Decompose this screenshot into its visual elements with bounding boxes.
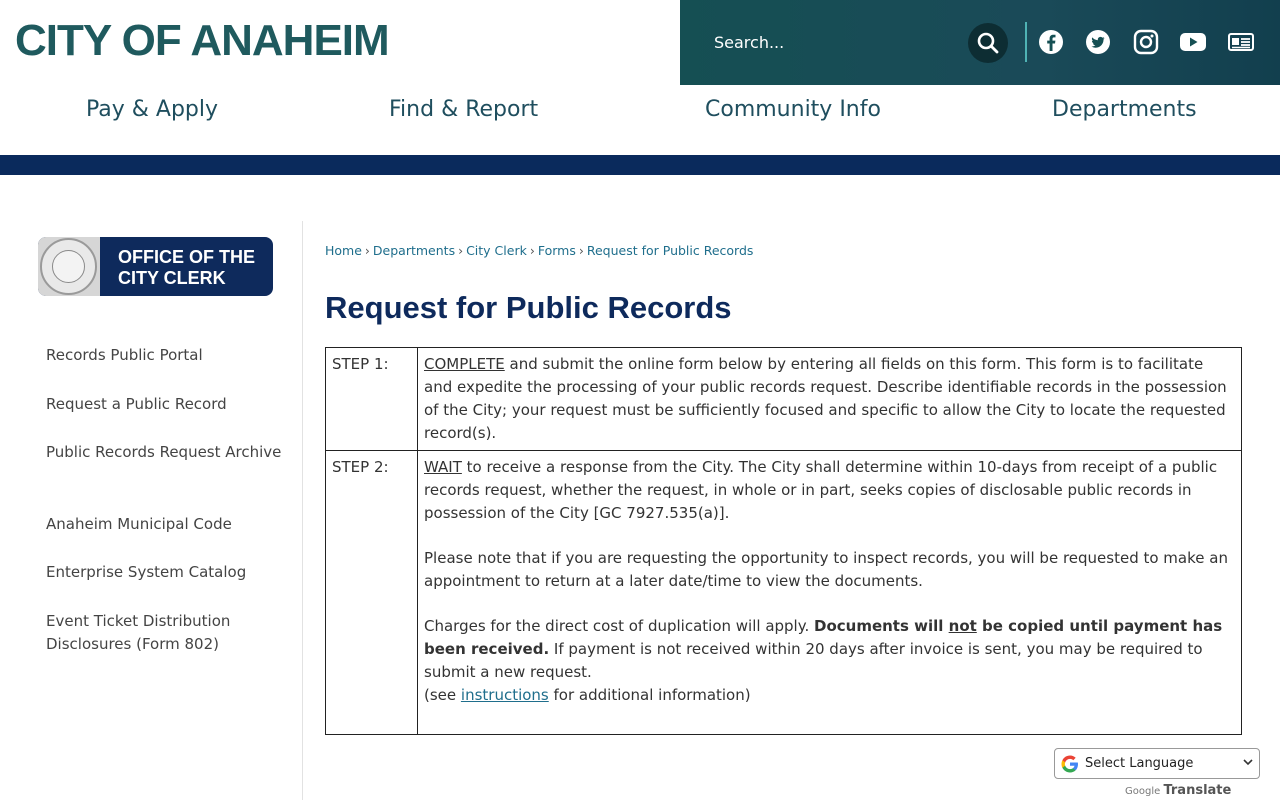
city-clerk-badge[interactable]: OFFICE OF THE CITY CLERK [38, 237, 273, 296]
breadcrumb-separator: › [364, 243, 370, 258]
sidebar-item-system-catalog[interactable]: Enterprise System Catalog [46, 561, 286, 584]
search-input[interactable] [700, 22, 960, 62]
facebook-link[interactable] [1037, 28, 1065, 56]
header-divider [1025, 22, 1027, 62]
step-emphasis: Documents will [814, 617, 949, 635]
breadcrumb-city-clerk[interactable]: City Clerk [466, 243, 527, 258]
breadcrumb-home[interactable]: Home [325, 243, 362, 258]
step-text: (see [424, 686, 461, 704]
sidebar-item-municipal-code[interactable]: Anaheim Municipal Code [46, 513, 286, 536]
breadcrumb-separator: › [529, 243, 535, 258]
site-logo[interactable]: CITY OF ANAHEIM [15, 18, 390, 64]
sidebar-item-ticket-disclosures[interactable]: Event Ticket Distribution Disclosures (F… [46, 610, 286, 656]
step-keyword: COMPLETE [424, 355, 505, 373]
sidebar: OFFICE OF THE CITY CLERK Records Public … [0, 175, 302, 800]
breadcrumb: Home › Departments › City Clerk › Forms › Reques… [325, 243, 753, 258]
step-paragraph: (see instructions for additional informa… [424, 684, 1235, 707]
step-paragraph: Charges for the direct cost of duplicati… [424, 615, 1235, 684]
google-icon [1061, 755, 1078, 772]
step-label: STEP 2: [325, 450, 418, 735]
page-title: Request for Public Records [325, 290, 732, 325]
sidebar-divider [302, 221, 303, 800]
instagram-link[interactable] [1132, 28, 1160, 56]
step-paragraph: Please note that if you are requesting t… [424, 549, 1228, 590]
header-band [0, 155, 1280, 175]
twitter-link[interactable] [1084, 28, 1112, 56]
step-text: for additional information) [548, 686, 751, 704]
search-icon [977, 32, 999, 54]
nav-pay-apply[interactable]: Pay & Apply [86, 97, 218, 122]
step-keyword: WAIT [424, 458, 462, 476]
step-label: STEP 1: [325, 347, 418, 451]
language-select-label: Select Language [1085, 756, 1194, 771]
step-text: and submit the online form below by ente… [424, 355, 1227, 442]
search-button[interactable] [968, 23, 1008, 63]
breadcrumb-separator: › [458, 243, 464, 258]
nav-find-report[interactable]: Find & Report [389, 97, 538, 122]
sidebar-item-records-archive[interactable]: Public Records Request Archive [46, 441, 286, 464]
facebook-icon [1039, 30, 1063, 54]
step-text: Charges for the direct cost of duplicati… [424, 617, 814, 635]
step-emphasis-not: not [948, 617, 977, 635]
instagram-icon [1133, 29, 1159, 55]
google-wordmark: Google [1125, 786, 1161, 797]
twitter-icon [1086, 30, 1110, 54]
city-seal-icon [40, 238, 97, 295]
translate-wordmark[interactable]: Translate [1163, 783, 1231, 798]
chevron-down-icon [1243, 756, 1253, 770]
instructions-link[interactable]: instructions [461, 686, 549, 704]
table-row: STEP 1: COMPLETE and submit the online f… [325, 347, 1242, 451]
step-paragraph: WAIT to receive a response from the City… [424, 456, 1235, 525]
header-topbar [680, 0, 1280, 85]
breadcrumb-current[interactable]: Request for Public Records [587, 243, 754, 258]
breadcrumb-separator: › [578, 243, 584, 258]
youtube-link[interactable] [1179, 28, 1207, 56]
breadcrumb-departments[interactable]: Departments [373, 243, 455, 258]
powered-by-translate: Google Translate [1125, 783, 1231, 798]
step-description: WAIT to receive a response from the City… [417, 450, 1242, 735]
sidebar-item-request-record[interactable]: Request a Public Record [46, 393, 286, 416]
step-text: to receive a response from the City. The… [424, 458, 1218, 522]
nav-departments[interactable]: Departments [1052, 97, 1197, 122]
sidebar-item-records-portal[interactable]: Records Public Portal [46, 344, 286, 367]
youtube-icon [1180, 33, 1206, 51]
site-header: CITY OF ANAHEIM Search... Pay & Apply Fi… [0, 0, 1280, 155]
steps-table: STEP 1: COMPLETE and submit the online f… [325, 347, 1242, 735]
news-icon [1228, 33, 1254, 51]
table-row: STEP 2: WAIT to receive a response from … [325, 450, 1242, 735]
main-nav: Pay & Apply Find & Report Community Info… [0, 85, 1280, 155]
clerk-badge-title: OFFICE OF THE CITY CLERK [118, 247, 255, 288]
news-link[interactable] [1227, 28, 1255, 56]
step-description: COMPLETE and submit the online form belo… [417, 347, 1242, 451]
nav-community-info[interactable]: Community Info [705, 97, 881, 122]
breadcrumb-forms[interactable]: Forms [538, 243, 576, 258]
language-select[interactable]: Select Language [1054, 748, 1260, 779]
